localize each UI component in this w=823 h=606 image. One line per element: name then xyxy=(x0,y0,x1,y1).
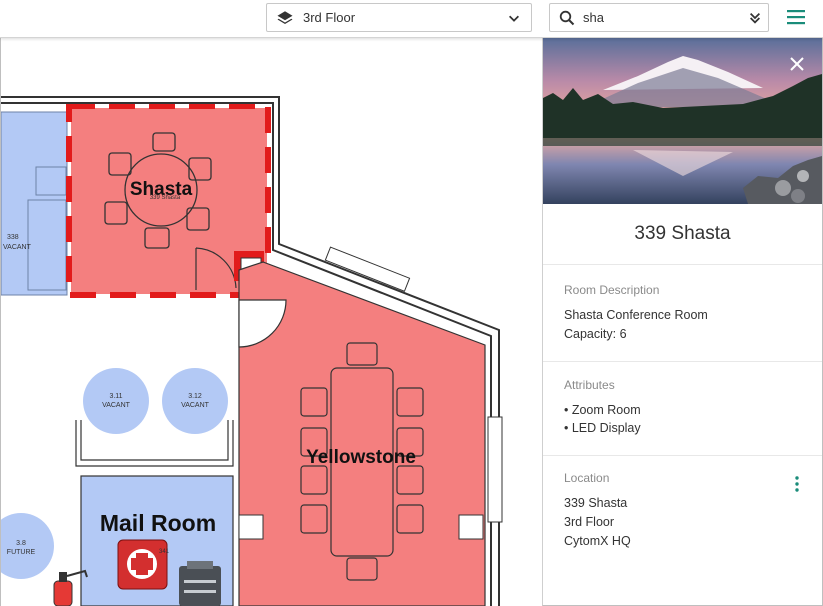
first-aid-icon[interactable]: 341 xyxy=(117,539,170,590)
attributes-label: Attributes xyxy=(564,378,615,392)
room-3-8-status: FUTURE xyxy=(7,549,36,556)
more-vertical-icon[interactable] xyxy=(793,475,801,493)
room-description-line: Shasta Conference Room xyxy=(564,308,708,322)
room-yellowstone[interactable]: Yellowstone xyxy=(238,261,486,606)
room-shasta-sublabel: 339 Shasta xyxy=(150,195,181,201)
chevron-down-icon xyxy=(509,15,519,22)
room-mail-label: Mail Room xyxy=(100,510,216,536)
room-description-label: Room Description xyxy=(564,283,660,297)
floor-plan-map[interactable]: 338 VACANT Shasta 339 Shasta Yellowstone… xyxy=(0,38,542,606)
divider xyxy=(543,361,822,362)
panel-room-title: 339 Shasta xyxy=(634,223,731,244)
location-label: Location xyxy=(564,471,610,485)
room-338-status: VACANT xyxy=(3,244,32,251)
room-338-number: 338 xyxy=(7,234,19,241)
search-icon xyxy=(559,10,575,25)
room-3-8-number: 3.8 xyxy=(16,540,26,547)
printer-icon[interactable] xyxy=(179,561,221,606)
room-yellowstone-label: Yellowstone xyxy=(306,447,416,468)
room-338[interactable]: 338 VACANT xyxy=(1,111,68,296)
room-capacity-line: Capacity: 6 xyxy=(564,327,627,341)
floor-select[interactable]: 3rd Floor xyxy=(266,3,532,32)
top-toolbar: 3rd Floor xyxy=(0,0,823,38)
room-3-11-number: 3.11 xyxy=(109,393,122,400)
divider xyxy=(543,264,822,265)
room-3-12-number: 3.12 xyxy=(188,393,202,400)
attribute-item: • Zoom Room xyxy=(564,403,641,417)
floor-plan-svg[interactable]: 338 VACANT Shasta 339 Shasta Yellowstone… xyxy=(1,38,542,606)
room-3-12[interactable]: 3.12 VACANT xyxy=(162,368,228,434)
room-3-11[interactable]: 3.11 VACANT xyxy=(83,368,149,434)
location-line: CytomX HQ xyxy=(564,534,631,548)
room-3-12-status: VACANT xyxy=(181,402,210,409)
close-icon[interactable] xyxy=(788,55,806,73)
layers-icon xyxy=(277,10,293,24)
double-chevron-down-icon[interactable] xyxy=(748,11,762,25)
attribute-item: • LED Display xyxy=(564,421,641,435)
hamburger-menu-icon[interactable] xyxy=(786,8,806,26)
search-box[interactable] xyxy=(549,3,769,32)
room-3-8[interactable]: 3.8 FUTURE xyxy=(1,513,54,579)
first-aid-code: 341 xyxy=(159,549,170,555)
location-line: 3rd Floor xyxy=(564,515,615,529)
room-3-11-status: VACANT xyxy=(102,402,131,409)
room-detail-panel: 339 Shasta Room Description Shasta Confe… xyxy=(542,38,823,606)
search-input[interactable] xyxy=(583,10,733,25)
floor-select-value: 3rd Floor xyxy=(303,10,356,25)
location-line: 339 Shasta xyxy=(564,496,628,510)
divider xyxy=(543,455,822,456)
room-photo xyxy=(543,38,822,204)
